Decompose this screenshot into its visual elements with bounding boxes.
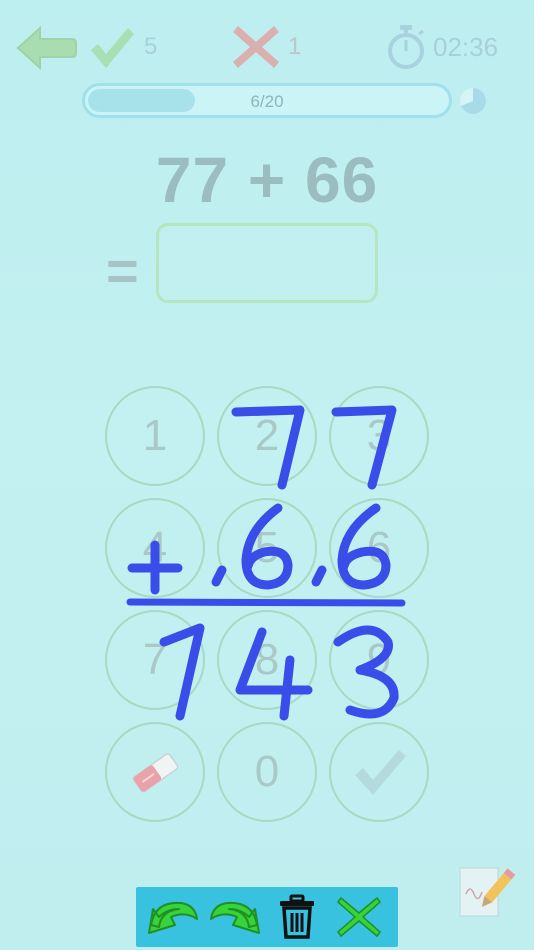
key-8[interactable]: 8 <box>217 610 317 710</box>
back-arrow-icon <box>16 25 77 71</box>
key-5[interactable]: 5 <box>217 498 317 598</box>
timer-readout: 02:36 <box>433 32 499 62</box>
eraser-icon <box>132 753 179 793</box>
pencil-paper-icon <box>459 867 516 917</box>
progress-bar: 6/20 <box>82 83 452 118</box>
correct-count: 5 <box>144 33 158 60</box>
scratchpad-toggle-button[interactable] <box>458 864 516 920</box>
close-drawing-button[interactable] <box>328 891 390 943</box>
key-9[interactable]: 9 <box>329 610 429 710</box>
progress-label: 6/20 <box>250 92 284 111</box>
checkmark-icon <box>355 750 406 795</box>
checkmark-icon <box>88 26 136 70</box>
back-button[interactable] <box>14 22 78 74</box>
key-7[interactable]: 7 <box>105 610 205 710</box>
stopwatch-icon <box>384 24 428 70</box>
answer-input[interactable] <box>156 223 378 303</box>
key-6[interactable]: 6 <box>329 498 429 598</box>
cross-icon <box>232 24 280 70</box>
key-3[interactable]: 3 <box>329 386 429 486</box>
clear-drawing-button[interactable] <box>266 891 328 943</box>
undo-button[interactable] <box>142 891 204 943</box>
redo-icon <box>210 901 260 934</box>
close-icon <box>336 896 382 938</box>
submit-key[interactable] <box>329 722 429 822</box>
drawing-toolbar <box>136 887 398 947</box>
key-0[interactable]: 0 <box>217 722 317 822</box>
key-2[interactable]: 2 <box>217 386 317 486</box>
eraser-key[interactable] <box>105 722 205 822</box>
wrong-count: 1 <box>288 33 302 60</box>
trash-icon <box>280 894 314 939</box>
key-4[interactable]: 4 <box>105 498 205 598</box>
progress-pie-icon <box>458 86 488 116</box>
key-1[interactable]: 1 <box>105 386 205 486</box>
undo-icon <box>148 901 198 934</box>
redo-button[interactable] <box>204 891 266 943</box>
problem-expression: 77 + 66 <box>155 144 379 216</box>
equals-sign: = <box>106 239 139 302</box>
